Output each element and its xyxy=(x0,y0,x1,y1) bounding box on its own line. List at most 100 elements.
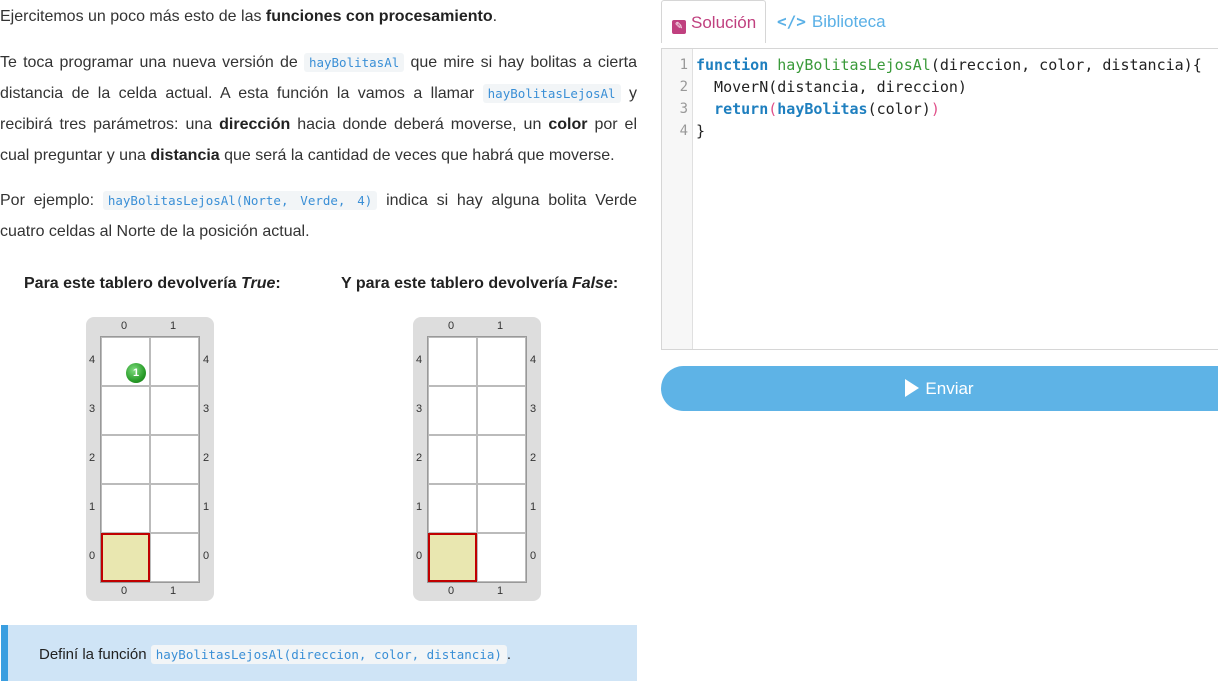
board-false: 0 0 1 1 4 4 3 3 2 2 1 1 0 0 xyxy=(413,317,541,601)
board-cell xyxy=(428,484,477,533)
board-col-label: 0 xyxy=(448,585,455,597)
board-col-label: 1 xyxy=(170,585,177,597)
board-row-label: 0 xyxy=(416,550,423,562)
board-col-label: 1 xyxy=(170,320,177,332)
function-params: (direccion, color, distancia){ xyxy=(930,56,1202,74)
board-cell xyxy=(150,484,199,533)
board-row-label: 3 xyxy=(203,403,210,415)
intro-bold: funciones con procesamiento xyxy=(265,8,493,25)
bold-color: color xyxy=(548,116,588,133)
board-cell-head xyxy=(428,533,477,582)
code-hayBolitasAl: hayBolitasAl xyxy=(303,53,405,72)
desc-text-1: Te toca programar una nueva versión de xyxy=(0,54,304,71)
task-alert-text-2: . xyxy=(506,646,512,663)
board-true-title-text: Para este tablero devolvería xyxy=(24,275,241,292)
code-line-1: function hayBolitasLejosAl(direccion, co… xyxy=(696,56,1202,74)
line-number: 3 xyxy=(679,101,688,117)
play-icon xyxy=(905,379,920,397)
desc-text-6: que será la cantidad de veces que habrá … xyxy=(219,147,615,164)
board-false-title: Y para este tablero devolvería False: xyxy=(341,275,618,293)
board-row-label: 4 xyxy=(530,354,537,366)
paren-close: ) xyxy=(930,100,940,118)
board-cell xyxy=(428,435,477,484)
green-ball: 1 xyxy=(126,363,146,383)
board-row-label: 2 xyxy=(416,452,423,464)
board-row-label: 2 xyxy=(89,452,96,464)
board-row-label: 3 xyxy=(530,403,537,415)
board-row-label: 2 xyxy=(203,452,210,464)
paren-open: ( xyxy=(768,100,778,118)
board-cell: 1 xyxy=(101,337,150,386)
board-grid: 1 xyxy=(100,336,200,583)
board-row-label: 1 xyxy=(203,501,210,513)
example-text-1: Por ejemplo: xyxy=(0,192,103,209)
tab-library[interactable]: </> Biblioteca xyxy=(777,0,886,43)
board-cell xyxy=(101,386,150,435)
code-line-3: return(hayBolitas(color)) xyxy=(696,100,940,118)
board-cell xyxy=(477,386,526,435)
board-cell xyxy=(477,484,526,533)
code-line-2: MoverN(distancia, direccion) xyxy=(696,78,967,96)
board-true-title-colon: : xyxy=(275,275,281,292)
board-col-label: 1 xyxy=(497,320,504,332)
line-number: 2 xyxy=(679,79,688,95)
function-name: hayBolitasLejosAl xyxy=(777,56,931,74)
code-editor[interactable]: 1 2 3 4 function hayBolitasLejosAl(direc… xyxy=(661,48,1218,350)
task-alert: Definí la función hayBolitasLejosAl(dire… xyxy=(1,625,637,681)
edit-icon: ✎ xyxy=(672,20,686,34)
board-row-label: 4 xyxy=(89,354,96,366)
code-line-4: } xyxy=(696,122,706,140)
board-row-label: 4 xyxy=(416,354,423,366)
code-icon: </> xyxy=(777,12,806,31)
line-number: 1 xyxy=(679,57,688,73)
intro-text: Ejercitemos un poco más esto de las xyxy=(0,8,266,25)
board-cell xyxy=(150,337,199,386)
board-cell xyxy=(428,386,477,435)
board-cell xyxy=(101,484,150,533)
task-alert-text: Definí la función hayBolitasLejosAl(dire… xyxy=(39,645,512,664)
board-row-label: 1 xyxy=(89,501,96,513)
board-row-label: 2 xyxy=(530,452,537,464)
line-gutter: 1 2 3 4 xyxy=(662,49,693,349)
board-cell xyxy=(150,435,199,484)
description-paragraph: Te toca programar una nueva versión de h… xyxy=(0,47,637,171)
keyword-function: function xyxy=(696,56,769,74)
code-hayBolitasLejosAl: hayBolitasLejosAl xyxy=(482,84,621,103)
board-row-label: 0 xyxy=(203,550,210,562)
board-col-label: 1 xyxy=(497,585,504,597)
board-col-label: 0 xyxy=(121,320,128,332)
board-cell xyxy=(428,337,477,386)
send-button-label: Enviar xyxy=(925,379,974,398)
board-cell-head xyxy=(101,533,150,582)
board-false-title-colon: : xyxy=(612,275,619,292)
code-task-signature: hayBolitasLejosAl(direccion, color, dist… xyxy=(150,645,507,664)
board-row-label: 4 xyxy=(203,354,210,366)
board-cell xyxy=(101,435,150,484)
code-example-call: hayBolitasLejosAl(Norte, Verde, 4) xyxy=(102,191,378,210)
line-number: 4 xyxy=(679,123,688,139)
bold-distancia: distancia xyxy=(150,147,220,164)
tab-library-label: Biblioteca xyxy=(811,12,886,31)
call-args: (color) xyxy=(867,100,931,118)
tab-solution[interactable]: ✎ Solución xyxy=(661,0,766,43)
call-hayBolitas: hayBolitas xyxy=(777,100,868,118)
board-true-title-em: True xyxy=(241,275,276,292)
board-row-label: 3 xyxy=(89,403,96,415)
board-row-label: 1 xyxy=(416,501,423,513)
tab-solution-label: Solución xyxy=(691,13,757,32)
send-button[interactable]: Enviar xyxy=(661,366,1218,411)
board-row-label: 0 xyxy=(530,550,537,562)
keyword-return: return xyxy=(714,100,769,118)
board-true: 1 0 0 1 1 4 4 3 3 2 2 1 1 0 0 xyxy=(86,317,214,601)
board-col-label: 0 xyxy=(121,585,128,597)
board-row-label: 3 xyxy=(416,403,423,415)
bold-direccion: dirección xyxy=(219,116,291,133)
board-true-title: Para este tablero devolvería True: xyxy=(24,275,281,293)
board-cell xyxy=(150,533,199,582)
board-cell xyxy=(477,435,526,484)
intro-paragraph: Ejercitemos un poco más esto de las func… xyxy=(0,1,637,32)
board-cell xyxy=(477,533,526,582)
board-false-title-text: Y para este tablero devolvería xyxy=(341,275,572,292)
board-row-label: 1 xyxy=(530,501,537,513)
example-paragraph: Por ejemplo: hayBolitasLejosAl(Norte, Ve… xyxy=(0,185,637,247)
